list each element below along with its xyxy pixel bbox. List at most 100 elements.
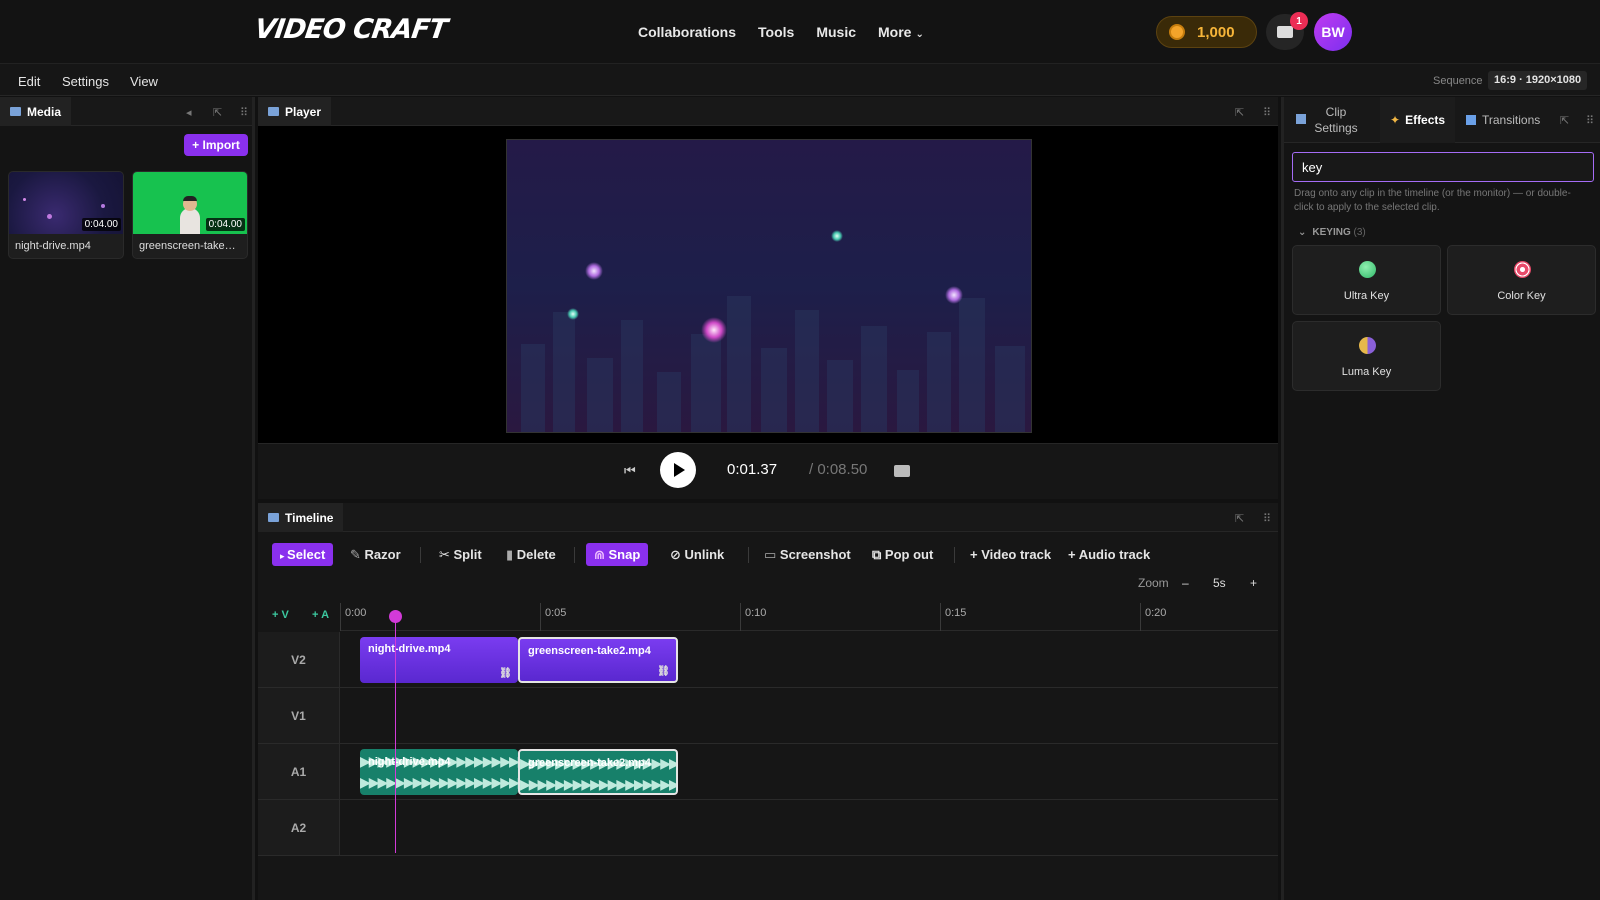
skyline-bar <box>897 370 919 432</box>
delete-button[interactable]: ▮ Delete <box>506 543 556 566</box>
add-audio-track-button[interactable]: + Audio track <box>1068 543 1150 566</box>
cursor-icon: ▸ <box>280 551 288 561</box>
menu-view[interactable]: View <box>130 74 158 89</box>
track-v1 <box>340 688 1278 744</box>
add-video-track-shortcut[interactable]: + V <box>272 609 289 621</box>
coin-balance[interactable]: 1,000 <box>1156 16 1257 48</box>
unlink-button[interactable]: ⊘ Unlink <box>670 543 724 566</box>
timeline-header: Timeline ⇱ ⠿ <box>258 503 1278 532</box>
effect-ultra-key[interactable]: Ultra Key <box>1292 245 1441 315</box>
clip-name: night-drive.mp4 <box>368 643 451 655</box>
audio-clip-greenscreen[interactable]: ▶▶▶▶▶▶▶▶▶▶▶▶▶▶▶▶▶▶▶▶ ▶▶▶▶▶▶▶▶▶▶▶▶▶▶▶▶▶▶▶… <box>518 749 678 795</box>
nav-more[interactable]: More ⌄ <box>878 24 924 40</box>
collapse-icon[interactable]: ◂ <box>186 106 192 119</box>
snap-toggle[interactable]: ⋒ Snap <box>586 543 649 566</box>
play-button[interactable] <box>660 452 696 488</box>
waveform: ▶▶▶▶▶▶▶▶▶▶▶▶▶▶▶▶▶▶▶▶ <box>520 776 676 792</box>
tab-transitions-label: Transitions <box>1482 113 1541 127</box>
avatar[interactable]: BW <box>1314 13 1352 51</box>
drag-handle-icon[interactable]: ⠿ <box>1263 106 1271 119</box>
track-label-v1[interactable]: V1 <box>258 688 340 744</box>
video-clip-night-drive[interactable]: night-drive.mp4 ⛓ <box>360 637 518 683</box>
split-button[interactable]: ✂ Split <box>439 543 482 566</box>
logo[interactable]: VIDEO CRAFT <box>253 14 449 45</box>
drag-handle-icon[interactable]: ⠿ <box>1263 512 1271 525</box>
chevron-down-icon: ⌄ <box>915 29 924 40</box>
media-thumbnail: 0:04.00 <box>9 172 123 234</box>
track-label-a2[interactable]: A2 <box>258 800 340 856</box>
nav-collaborations[interactable]: Collaborations <box>638 24 736 40</box>
skyline-bar <box>861 326 887 432</box>
glow-orb <box>945 286 963 304</box>
drag-handle-icon[interactable]: ⠿ <box>1586 114 1594 127</box>
half-circle-icon <box>1359 337 1376 354</box>
screenshot-button[interactable]: ▭ Screenshot <box>764 543 851 566</box>
skyline-bar <box>621 320 643 432</box>
magnet-icon: ⋒ <box>594 547 609 562</box>
toolbar-divider <box>748 547 749 563</box>
tab-clip-settings[interactable]: Clip Settings <box>1292 97 1380 143</box>
razor-tool-button[interactable]: ✎ Razor <box>350 543 401 566</box>
tab-media[interactable]: Media <box>0 97 72 126</box>
effects-search-input[interactable] <box>1292 152 1594 182</box>
nav-music[interactable]: Music <box>816 24 856 40</box>
track-label-a1[interactable]: A1 <box>258 744 340 800</box>
razor-tool-label: Razor <box>364 547 401 562</box>
notifications-button[interactable]: 1 <box>1266 12 1308 50</box>
monitor-icon <box>268 107 279 116</box>
menu-settings[interactable]: Settings <box>62 74 109 89</box>
link-icon: ⛓ <box>499 668 512 679</box>
glow-orb <box>585 262 603 280</box>
add-video-track-button[interactable]: + Video track <box>970 543 1051 566</box>
add-audio-track-shortcut[interactable]: + A <box>312 609 329 621</box>
ruler-tick: 0:00 <box>340 603 366 631</box>
clip-name: greenscreen-take2.mp4 <box>528 645 651 657</box>
track-label-v2[interactable]: V2 <box>258 632 340 688</box>
effect-luma-key[interactable]: Luma Key <box>1292 321 1441 391</box>
expand-icon[interactable]: ⇱ <box>1560 114 1569 127</box>
media-item-greenscreen[interactable]: 0:04.00 greenscreen-take… <box>132 171 248 259</box>
skyline-bar <box>657 372 681 432</box>
timeline-panel: Timeline ⇱ ⠿ ▸ Select ✎ Razor ✂ Split ▮ … <box>258 503 1278 900</box>
coin-icon <box>1169 24 1185 40</box>
menu-edit[interactable]: Edit <box>18 74 40 89</box>
select-tool-button[interactable]: ▸ Select <box>272 543 334 566</box>
expand-icon[interactable]: ⇱ <box>213 106 222 119</box>
sequence-value[interactable]: 16:9 · 1920×1080 <box>1488 71 1588 90</box>
playhead-line[interactable] <box>395 613 396 853</box>
skyline-bar <box>521 344 545 432</box>
camera-icon[interactable] <box>894 465 910 477</box>
effect-color-key[interactable]: Color Key <box>1447 245 1596 315</box>
track-a2 <box>340 800 1278 856</box>
time-ruler[interactable]: 0:00 0:05 0:10 0:15 0:20 <box>340 603 1278 631</box>
video-preview[interactable] <box>506 139 1032 433</box>
settings-icon <box>1296 114 1306 124</box>
zoom-in-button[interactable]: + <box>1250 576 1257 590</box>
zoom-out-button[interactable]: – <box>1182 576 1189 590</box>
tab-player[interactable]: Player <box>258 97 332 126</box>
keying-group-header[interactable]: ⌄ KEYING (3) <box>1298 227 1366 238</box>
skyline-bar <box>587 358 613 432</box>
tab-transitions[interactable]: Transitions <box>1466 97 1540 143</box>
timeline-toolbar: ▸ Select ✎ Razor ✂ Split ▮ Delete ⋒ Snap… <box>258 535 1278 569</box>
pop-out-button[interactable]: ⧉ Pop out <box>872 543 933 566</box>
media-thumbnail: 0:04.00 <box>133 172 247 234</box>
coin-count: 1,000 <box>1197 23 1235 41</box>
glow-orb <box>701 317 727 343</box>
link-icon: ⊘ <box>670 547 685 562</box>
skip-back-icon[interactable]: ⏮ <box>624 463 636 479</box>
green-circle-icon <box>1359 261 1376 278</box>
import-button[interactable]: + Import <box>184 134 248 156</box>
nav-tools[interactable]: Tools <box>758 24 794 40</box>
tab-timeline[interactable]: Timeline <box>258 503 344 532</box>
tab-effects[interactable]: ✦ Effects <box>1380 97 1456 143</box>
playhead-handle[interactable] <box>389 610 402 623</box>
expand-icon[interactable]: ⇱ <box>1235 512 1244 525</box>
video-clip-greenscreen[interactable]: greenscreen-take2.mp4 ⛓ <box>518 637 678 683</box>
expand-icon[interactable]: ⇱ <box>1235 106 1244 119</box>
media-item-night-drive[interactable]: 0:04.00 night-drive.mp4 <box>8 171 124 259</box>
ruler-tick: 0:10 <box>740 603 766 631</box>
audio-clip-night-drive[interactable]: ▶▶▶▶▶▶▶▶▶▶▶▶▶▶▶▶▶▶▶▶ ▶▶▶▶▶▶▶▶▶▶▶▶▶▶▶▶▶▶▶… <box>360 749 518 795</box>
top-bar: VIDEO CRAFT Collaborations Tools Music M… <box>0 0 1600 64</box>
drag-handle-icon[interactable]: ⠿ <box>240 106 248 119</box>
